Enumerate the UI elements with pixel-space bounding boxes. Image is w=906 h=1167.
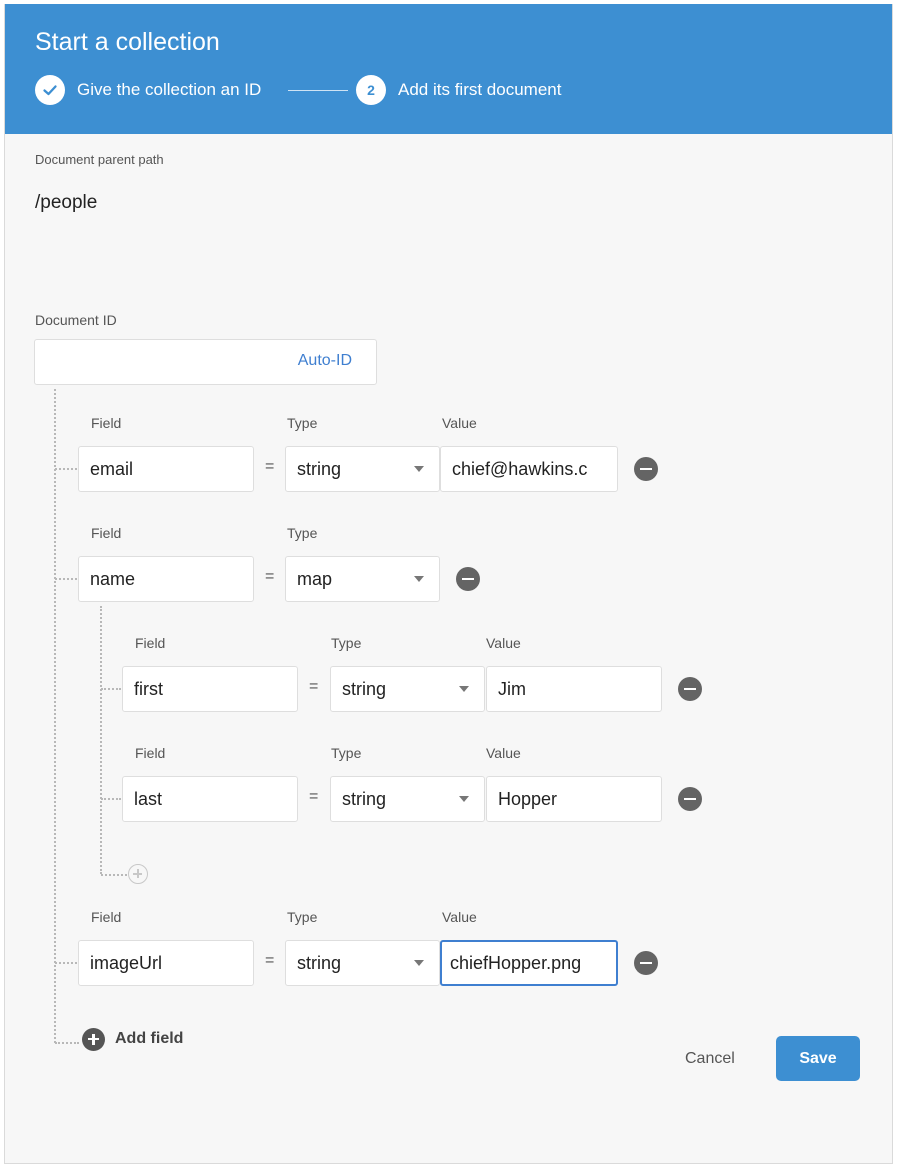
type-select[interactable]: string bbox=[285, 446, 440, 492]
tree-branch bbox=[55, 578, 77, 580]
field-name-input[interactable]: first bbox=[122, 666, 298, 712]
remove-field-icon[interactable] bbox=[456, 567, 480, 591]
nested-tree-branch bbox=[101, 688, 121, 690]
equals-sign: = bbox=[309, 788, 319, 805]
parent-path-value: /people bbox=[35, 192, 98, 213]
type-label: Type bbox=[287, 525, 318, 541]
dialog-title: Start a collection bbox=[35, 28, 220, 56]
field-label: Field bbox=[91, 415, 122, 431]
step-1: Give the collection an ID bbox=[35, 74, 261, 106]
add-nested-field-icon[interactable] bbox=[128, 864, 148, 884]
check-icon bbox=[35, 75, 65, 105]
tree-branch bbox=[55, 468, 77, 470]
step-connector bbox=[288, 90, 348, 91]
document-id-input[interactable]: Auto-ID bbox=[34, 339, 377, 385]
type-label: Type bbox=[331, 745, 362, 761]
remove-field-icon[interactable] bbox=[634, 951, 658, 975]
chevron-down-icon bbox=[414, 466, 424, 472]
equals-sign: = bbox=[309, 678, 319, 695]
equals-sign: = bbox=[265, 952, 275, 969]
tree-branch bbox=[55, 1042, 79, 1044]
value-label: Value bbox=[442, 415, 477, 431]
save-button[interactable]: Save bbox=[776, 1036, 860, 1081]
type-label: Type bbox=[331, 635, 362, 651]
parent-path-label: Document parent path bbox=[35, 152, 164, 167]
field-name-input[interactable]: name bbox=[78, 556, 254, 602]
nested-tree-branch bbox=[101, 798, 121, 800]
type-label: Type bbox=[287, 909, 318, 925]
type-label: Type bbox=[287, 415, 318, 431]
equals-sign: = bbox=[265, 568, 275, 585]
value-label: Value bbox=[442, 909, 477, 925]
chevron-down-icon bbox=[459, 796, 469, 802]
type-select[interactable]: string bbox=[330, 776, 485, 822]
add-field-label: Add field bbox=[115, 1030, 184, 1047]
document-id-label: Document ID bbox=[35, 312, 117, 328]
cancel-button[interactable]: Cancel bbox=[677, 1039, 743, 1079]
field-name-input[interactable]: last bbox=[122, 776, 298, 822]
value-label: Value bbox=[486, 635, 521, 651]
type-select[interactable]: string bbox=[330, 666, 485, 712]
step-2: 2 Add its first document bbox=[356, 74, 561, 106]
type-select[interactable]: map bbox=[285, 556, 440, 602]
type-select-value: map bbox=[297, 568, 333, 589]
chevron-down-icon bbox=[459, 686, 469, 692]
type-select-value: string bbox=[342, 678, 387, 699]
value-input[interactable]: Jim bbox=[486, 666, 662, 712]
field-name-input[interactable]: email bbox=[78, 446, 254, 492]
remove-field-icon[interactable] bbox=[678, 787, 702, 811]
type-select-value: string bbox=[297, 952, 342, 973]
value-input[interactable]: chief@hawkins.c bbox=[440, 446, 618, 492]
type-select-value: string bbox=[342, 788, 387, 809]
chevron-down-icon bbox=[414, 960, 424, 966]
nested-tree-branch bbox=[101, 874, 127, 876]
remove-field-icon[interactable] bbox=[634, 457, 658, 481]
chevron-down-icon bbox=[414, 576, 424, 582]
step-2-label: Add its first document bbox=[398, 80, 562, 99]
field-label: Field bbox=[91, 909, 122, 925]
field-label: Field bbox=[135, 745, 166, 761]
field-label: Field bbox=[135, 635, 166, 651]
step-2-number-badge: 2 bbox=[356, 75, 386, 105]
value-input[interactable]: Hopper bbox=[486, 776, 662, 822]
type-select[interactable]: string bbox=[285, 940, 440, 986]
value-input-focused[interactable]: chiefHopper.png bbox=[440, 940, 618, 986]
add-circle-icon bbox=[82, 1027, 105, 1051]
value-label: Value bbox=[486, 745, 521, 761]
equals-sign: = bbox=[265, 458, 275, 475]
dialog-header: Start a collection Give the collection a… bbox=[5, 4, 892, 134]
field-label: Field bbox=[91, 525, 122, 541]
remove-field-icon[interactable] bbox=[678, 677, 702, 701]
start-collection-dialog: Start a collection Give the collection a… bbox=[4, 4, 893, 1164]
tree-branch bbox=[55, 962, 77, 964]
nested-tree-line bbox=[100, 606, 102, 874]
step-1-label: Give the collection an ID bbox=[77, 80, 262, 99]
type-select-value: string bbox=[297, 458, 342, 479]
auto-id-button[interactable]: Auto-ID bbox=[298, 352, 352, 370]
tree-line bbox=[54, 389, 56, 1043]
add-field-button[interactable]: Add field bbox=[82, 1026, 183, 1052]
field-name-input[interactable]: imageUrl bbox=[78, 940, 254, 986]
